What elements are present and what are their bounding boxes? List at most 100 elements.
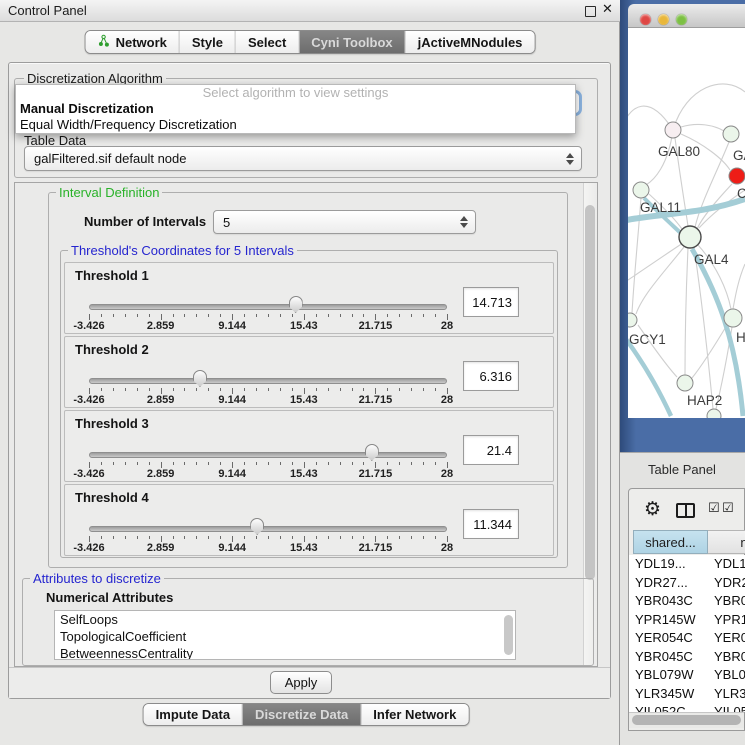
network-node[interactable] (633, 182, 649, 198)
close-icon[interactable]: ✕ (602, 2, 613, 17)
scale-label: 28 (441, 542, 453, 554)
table-panel-title: Table Panel (648, 462, 716, 477)
apply-button[interactable]: Apply (270, 671, 332, 694)
tick-mark (125, 314, 126, 317)
number-of-intervals-combobox[interactable]: 5 (213, 210, 476, 234)
tab-impute-data[interactable]: Impute Data (144, 704, 242, 725)
algorithm-popup-item[interactable]: Equal Width/Frequency Discretization (16, 117, 575, 133)
table-row[interactable]: YBR045CYBR045C (629, 648, 745, 667)
network-node[interactable] (723, 126, 739, 142)
slider-track[interactable] (89, 304, 447, 310)
threshold-value-input[interactable]: 6.316 (463, 361, 519, 391)
table-row[interactable]: YLR345WYLR345W (629, 685, 745, 704)
table-row[interactable]: YDL19...YDL19... (629, 555, 745, 574)
table-row[interactable]: YPR145WYPR145W (629, 611, 745, 630)
tick-mark (113, 314, 114, 317)
slider-thumb[interactable] (193, 370, 207, 387)
tab-jactivemnodules[interactable]: jActiveMNodules (405, 31, 535, 53)
tick-mark (173, 388, 174, 391)
tick-mark (137, 388, 138, 391)
table-cell: YDR27... (708, 574, 745, 593)
close-traffic-light[interactable] (640, 14, 651, 25)
table-row[interactable]: YBR043CYBR043C (629, 592, 745, 611)
scale-label: -3.426 (73, 320, 104, 332)
checkbox-icon[interactable]: ☑ (708, 501, 720, 516)
slider-track[interactable] (89, 452, 447, 458)
tick-mark (399, 462, 400, 465)
network-node[interactable] (724, 309, 742, 327)
tick-mark (316, 314, 317, 317)
numerical-attributes-list[interactable]: SelfLoopsTopologicalCoefficientBetweenne… (54, 610, 516, 660)
slider-thumb[interactable] (365, 444, 379, 461)
tick-mark (256, 388, 257, 391)
slider-thumb[interactable] (250, 518, 264, 535)
tick-mark (149, 388, 150, 391)
scale-label: -3.426 (73, 394, 104, 406)
table-row[interactable]: YDR27...YDR27... (629, 574, 745, 593)
tab-cyni-toolbox[interactable]: Cyni Toolbox (298, 31, 404, 53)
threshold-value-input[interactable]: 21.4 (463, 435, 519, 465)
slider-track[interactable] (89, 378, 447, 384)
table-row[interactable]: YER054CYER054C (629, 629, 745, 648)
attribute-list-item[interactable]: BetweennessCentrality (55, 645, 515, 660)
tab-style[interactable]: Style (179, 31, 235, 53)
network-node-label: GCY1 (629, 332, 666, 347)
tick-mark (149, 462, 150, 465)
network-view-canvas[interactable]: GAL80GACGAL11GAL4GCY1HHAP2 (628, 28, 745, 418)
tab-select[interactable]: Select (235, 31, 298, 53)
split-columns-icon[interactable] (676, 503, 695, 518)
tick-mark (399, 314, 400, 317)
vertical-scrollbar-thumb[interactable] (585, 205, 595, 580)
column-header-name[interactable]: na... (708, 530, 745, 554)
threshold-slider[interactable]: -3.4262.8599.14415.4321.71528 (89, 370, 447, 408)
tab-network[interactable]: Network (86, 31, 179, 53)
table-row[interactable]: YIL052CYIL052C (629, 703, 745, 712)
table-cell: YER054C (708, 629, 745, 648)
scale-label: 21.715 (359, 320, 393, 332)
tick-mark (184, 462, 185, 465)
table-row[interactable]: YBL079WYBL079W (629, 666, 745, 685)
attribute-list-item[interactable]: SelfLoops (55, 611, 515, 628)
tick-mark (220, 314, 221, 317)
table-cell: YBL079W (629, 666, 708, 685)
network-node-label: GAL11 (640, 200, 681, 215)
threshold-slider[interactable]: -3.4262.8599.14415.4321.71528 (89, 518, 447, 556)
checkbox-icon[interactable]: ☑ (722, 501, 734, 516)
gear-icon[interactable]: ⚙ (644, 498, 661, 520)
attributes-list-scrollbar-thumb[interactable] (504, 615, 513, 655)
threshold-slider[interactable]: -3.4262.8599.14415.4321.71528 (89, 444, 447, 482)
network-node-label: GA (733, 148, 745, 163)
column-header-shared-name[interactable]: shared... (633, 530, 708, 554)
threshold-label: Threshold 4 (75, 490, 149, 505)
tick-mark (316, 536, 317, 539)
tick-mark (292, 536, 293, 539)
network-node[interactable] (677, 375, 693, 391)
table-data-combobox[interactable]: galFiltered.sif default node (24, 146, 582, 171)
network-node[interactable] (729, 168, 745, 184)
network-node[interactable] (707, 409, 721, 418)
minimize-traffic-light[interactable] (658, 14, 669, 25)
tab-infer-network[interactable]: Infer Network (360, 704, 468, 725)
attribute-list-item[interactable]: TopologicalCoefficient (55, 628, 515, 645)
network-node[interactable] (665, 122, 681, 138)
threshold-value-input[interactable]: 11.344 (463, 509, 519, 539)
threshold-label: Threshold 2 (75, 342, 149, 357)
network-node[interactable] (628, 313, 637, 327)
threshold-label: Threshold 3 (75, 416, 149, 431)
table-cell: YLR345W (708, 685, 745, 704)
slider-track[interactable] (89, 526, 447, 532)
network-node-label: HAP2 (687, 393, 722, 408)
threshold-slider[interactable]: -3.4262.8599.14415.4321.71528 (89, 296, 447, 334)
network-node[interactable] (679, 226, 701, 248)
horizontal-scrollbar-thumb[interactable] (632, 715, 741, 725)
tab-discretize-data[interactable]: Discretize Data (242, 704, 360, 725)
attributes-fieldset-label: Attributes to discretize (30, 571, 164, 586)
tick-mark (435, 388, 436, 391)
tick-mark (113, 388, 114, 391)
zoom-traffic-light[interactable] (676, 14, 687, 25)
slider-thumb[interactable] (289, 296, 303, 313)
threshold-value-input[interactable]: 14.713 (463, 287, 519, 317)
algorithm-popup-item[interactable]: Manual Discretization (16, 101, 575, 117)
window-title: Control Panel (8, 3, 87, 18)
float-window-icon[interactable] (585, 6, 596, 17)
